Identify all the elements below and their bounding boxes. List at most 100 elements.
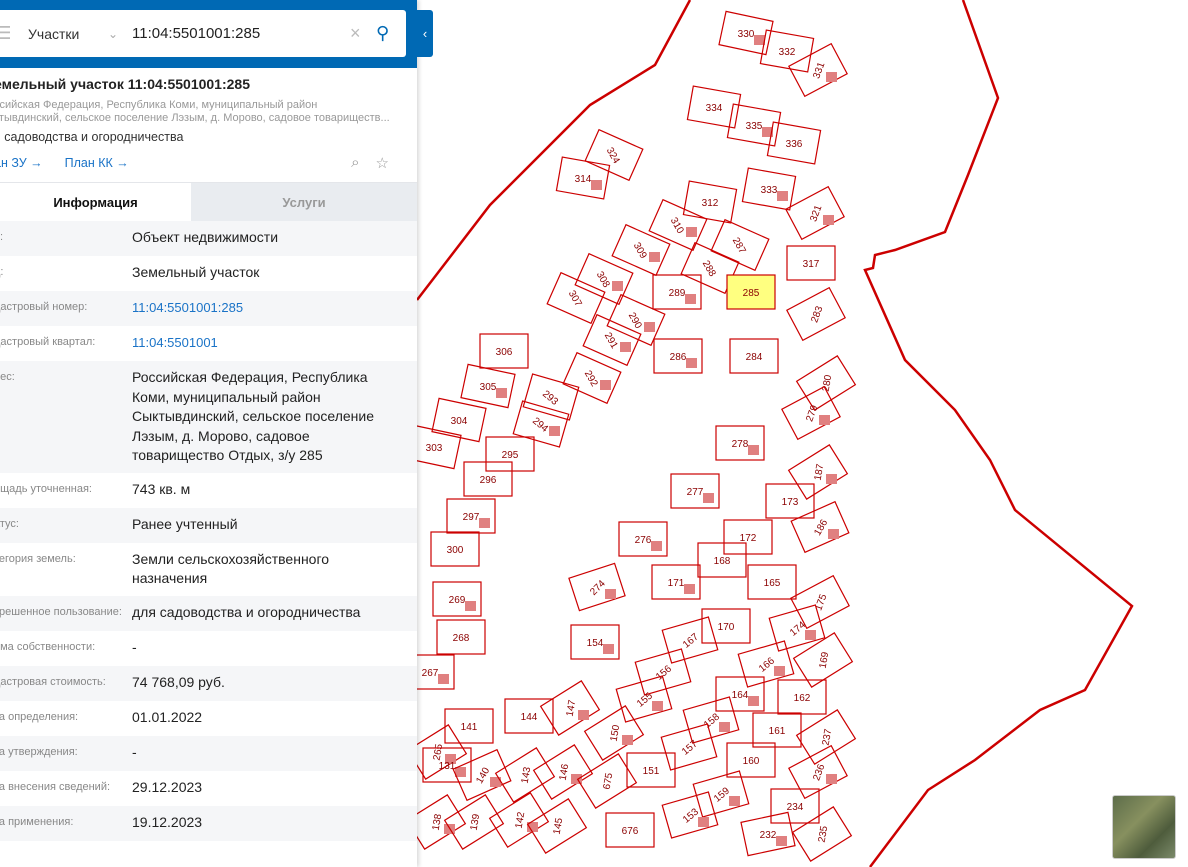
parcel[interactable]: 305: [460, 363, 516, 409]
parcel[interactable]: 279: [781, 385, 841, 441]
parcel[interactable]: 173: [765, 483, 815, 519]
parcel-label: 142: [514, 811, 528, 830]
info-table: п: Объект недвижимости д: Земельный участок…: [0, 221, 417, 841]
parcel[interactable]: 165: [747, 564, 797, 600]
parcel[interactable]: 155: [615, 675, 673, 723]
parcel[interactable]: 164: [715, 676, 765, 712]
parcel[interactable]: 676: [605, 812, 655, 848]
menu-icon[interactable]: ☰: [0, 23, 10, 44]
parcel[interactable]: 286: [653, 338, 703, 374]
parcel-layer[interactable]: 330 332 331 334 335 336 333 324 314 312 310 287 321 3…: [405, 10, 857, 862]
parcel[interactable]: 169: [792, 632, 854, 688]
info-row: рес: Российская Федерация, Республика Ком…: [0, 361, 417, 473]
parcel[interactable]: 312: [682, 180, 738, 224]
parcel[interactable]: 186: [790, 500, 850, 554]
parcel[interactable]: 154: [570, 624, 620, 660]
parcel[interactable]: 161: [752, 712, 802, 748]
chevron-down-icon[interactable]: ⌄: [108, 27, 132, 41]
parcel[interactable]: 146: [532, 744, 594, 800]
parcel[interactable]: 294: [512, 400, 570, 448]
parcel[interactable]: 162: [777, 679, 827, 715]
parcel[interactable]: 168: [697, 542, 747, 578]
parcel[interactable]: 283: [786, 286, 846, 342]
info-value[interactable]: 11:04:5501001:285: [132, 298, 417, 319]
building: [826, 72, 837, 82]
parcel[interactable]: 314: [555, 156, 611, 200]
parcel-label: 162: [794, 693, 811, 704]
parcel[interactable]: 292: [562, 351, 622, 405]
parcel[interactable]: 269: [432, 581, 482, 617]
parcel[interactable]: 142: [488, 792, 550, 848]
parcel[interactable]: 141: [444, 708, 494, 744]
parcel[interactable]: 278: [715, 425, 765, 461]
parcel[interactable]: 317: [786, 245, 836, 281]
info-row: тегория земель: Земли сельскохозяйственно…: [0, 543, 417, 596]
parcel-label: 321: [808, 203, 824, 223]
parcel[interactable]: 289: [652, 274, 702, 310]
parcel[interactable]: 236: [788, 744, 848, 800]
parcel[interactable]: 333: [741, 167, 797, 211]
info-value[interactable]: 11:04:5501001: [132, 333, 417, 354]
parcel[interactable]: 287: [710, 218, 770, 272]
category-select[interactable]: Участки: [28, 26, 108, 42]
parcel-label: 324: [604, 146, 622, 166]
plan-zu-link[interactable]: ан ЗУ →: [0, 156, 43, 170]
parcel[interactable]: 293: [522, 373, 580, 421]
parcel[interactable]: 274: [568, 562, 626, 612]
parcel[interactable]: 160: [726, 742, 776, 778]
parcel[interactable]: 284: [729, 338, 779, 374]
building: [684, 584, 695, 594]
parcel[interactable]: 297: [446, 498, 496, 534]
search-input[interactable]: [132, 25, 350, 42]
star-icon[interactable]: ☆: [376, 154, 389, 172]
parcel[interactable]: 170: [701, 608, 751, 644]
parcel-label: 284: [746, 352, 763, 363]
parcel[interactable]: 187: [787, 444, 849, 500]
info-row: ощадь уточненная: 743 кв. м: [0, 473, 417, 508]
parcel[interactable]: 232: [740, 811, 796, 857]
parcel[interactable]: 172: [723, 519, 773, 555]
parcel-label: 312: [702, 198, 719, 209]
tab-services[interactable]: Услуги: [191, 183, 417, 221]
parcel-label: 294: [530, 416, 550, 435]
parcel[interactable]: 332: [759, 29, 815, 73]
parcel[interactable]: 276: [618, 521, 668, 557]
collapse-panel-button[interactable]: ‹: [417, 10, 433, 57]
parcel[interactable]: 167: [661, 616, 719, 664]
parcel[interactable]: 296: [463, 461, 513, 497]
plan-kk-link[interactable]: План КК →: [65, 156, 129, 170]
parcel[interactable]: 235: [791, 806, 853, 862]
zoom-to-object-icon[interactable]: ⌕: [351, 154, 359, 172]
building: [729, 796, 740, 806]
parcel[interactable]: 324: [584, 128, 644, 182]
parcel[interactable]: 306: [479, 333, 529, 369]
parcel[interactable]: 310: [648, 198, 708, 252]
parcel-label: 292: [582, 369, 600, 389]
parcel-label: 165: [764, 578, 781, 589]
building: [496, 388, 507, 398]
parcel[interactable]: 156: [634, 648, 692, 696]
parcel[interactable]: 295: [485, 436, 535, 472]
parcel[interactable]: 139: [443, 794, 505, 850]
building: [603, 644, 614, 654]
parcel[interactable]: 277: [670, 473, 720, 509]
clear-icon[interactable]: ×: [350, 23, 376, 44]
parcel-selected[interactable]: 285: [726, 274, 776, 310]
tab-info[interactable]: Информация: [0, 183, 191, 221]
satellite-layer-toggle[interactable]: [1112, 795, 1176, 859]
info-row: рма собственности: -: [0, 631, 417, 666]
parcel[interactable]: 268: [436, 619, 486, 655]
parcel[interactable]: 330: [718, 10, 774, 56]
building: [438, 674, 449, 684]
parcel[interactable]: 300: [430, 531, 480, 567]
parcel[interactable]: 144: [504, 698, 554, 734]
parcel[interactable]: 237: [795, 709, 857, 765]
info-value: -: [132, 638, 137, 655]
parcel-label: 139: [469, 813, 483, 832]
search-icon[interactable]: ⚲: [376, 23, 406, 44]
parcel[interactable]: 280: [795, 355, 857, 411]
parcel[interactable]: 143: [494, 747, 556, 803]
parcel-label: 295: [502, 450, 519, 461]
parcel[interactable]: 321: [785, 185, 845, 241]
parcel[interactable]: 171: [651, 564, 701, 600]
